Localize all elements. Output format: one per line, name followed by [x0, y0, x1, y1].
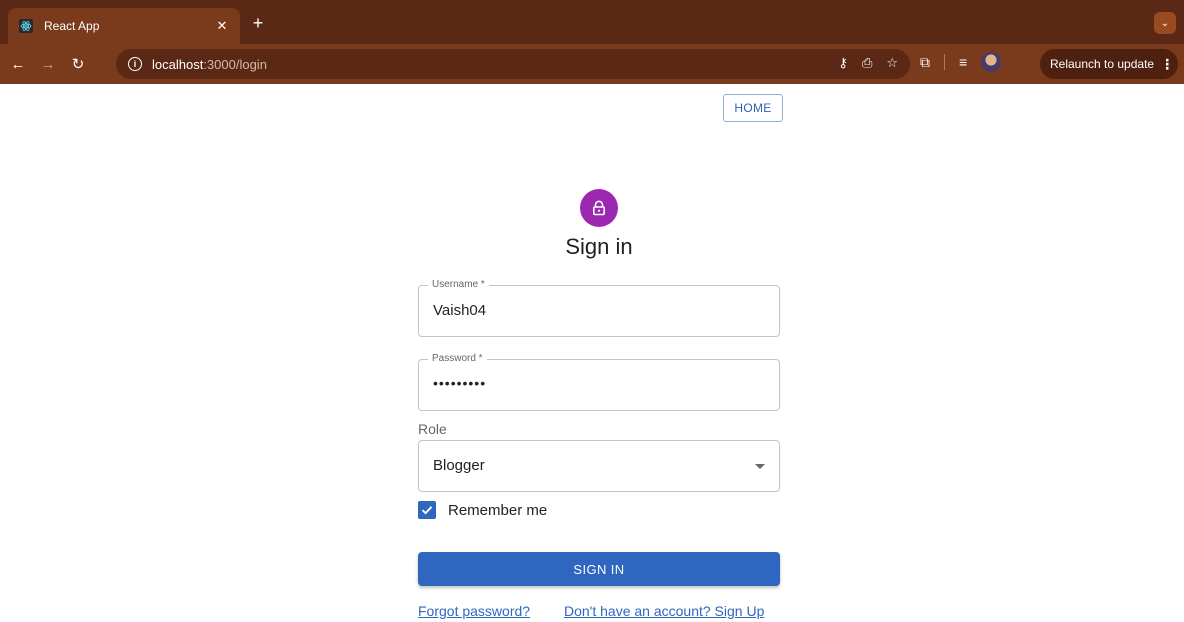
- username-field[interactable]: Username * Vaish04: [418, 279, 780, 337]
- lock-icon: [580, 189, 618, 227]
- remember-me[interactable]: Remember me: [418, 501, 547, 519]
- sign-in-button[interactable]: SIGN IN: [418, 552, 780, 586]
- toolbar-right: ⧉ ≡: [920, 52, 1002, 72]
- username-label: Username *: [428, 279, 489, 290]
- profile-avatar-icon[interactable]: [981, 52, 1002, 72]
- checkmark-icon: [421, 506, 433, 515]
- url-path: :3000/login: [203, 56, 267, 72]
- forgot-password-link[interactable]: Forgot password?: [418, 603, 530, 619]
- relaunch-label: Relaunch to update: [1050, 57, 1155, 71]
- password-field[interactable]: Password * •••••••••: [418, 353, 780, 411]
- toolbar-separator: [944, 54, 945, 70]
- role-label: Role: [418, 421, 447, 437]
- role-value: Blogger: [433, 457, 485, 474]
- address-bar-actions: ⚷ ⎙ ☆: [838, 55, 898, 71]
- close-tab-icon[interactable]: ✕: [214, 18, 230, 34]
- browser-tab-bar: React App ✕ + ⌄: [0, 0, 1184, 44]
- site-info-icon[interactable]: i: [128, 57, 142, 71]
- role-select[interactable]: Blogger: [418, 440, 780, 492]
- tab-search-button[interactable]: ⌄: [1154, 12, 1176, 34]
- new-tab-button[interactable]: +: [248, 14, 268, 32]
- browser-menu-icon[interactable]: ⋮: [1160, 56, 1174, 73]
- password-key-icon[interactable]: ⚷: [838, 55, 848, 71]
- password-value: •••••••••: [433, 375, 487, 391]
- username-value: Vaish04: [433, 302, 487, 319]
- back-icon[interactable]: ←: [6, 52, 30, 76]
- relaunch-button[interactable]: Relaunch to update ⋮: [1040, 49, 1178, 79]
- forward-icon[interactable]: →: [36, 52, 60, 76]
- browser-toolbar: ← → ↻ i localhost:3000/login ⚷ ⎙ ☆ ⧉ ≡ R…: [0, 44, 1184, 84]
- password-label: Password *: [428, 353, 487, 364]
- sign-up-link[interactable]: Don't have an account? Sign Up: [564, 603, 764, 619]
- dropdown-arrow-icon: [755, 464, 765, 469]
- bookmark-star-icon[interactable]: ☆: [886, 55, 898, 71]
- install-app-icon[interactable]: ⎙: [862, 55, 872, 71]
- remember-label: Remember me: [448, 501, 548, 519]
- address-bar[interactable]: i localhost:3000/login ⚷ ⎙ ☆: [116, 49, 910, 79]
- reading-list-icon[interactable]: ≡: [959, 54, 967, 70]
- react-icon: [18, 18, 34, 34]
- remember-checkbox[interactable]: [418, 501, 436, 519]
- page-title: Sign in: [565, 234, 633, 259]
- reload-icon[interactable]: ↻: [66, 52, 90, 76]
- url-host: localhost: [152, 56, 204, 72]
- extensions-icon[interactable]: ⧉: [920, 54, 930, 71]
- browser-tab[interactable]: React App ✕: [8, 8, 240, 44]
- tab-title: React App: [44, 19, 100, 33]
- home-button[interactable]: HOME: [723, 94, 783, 122]
